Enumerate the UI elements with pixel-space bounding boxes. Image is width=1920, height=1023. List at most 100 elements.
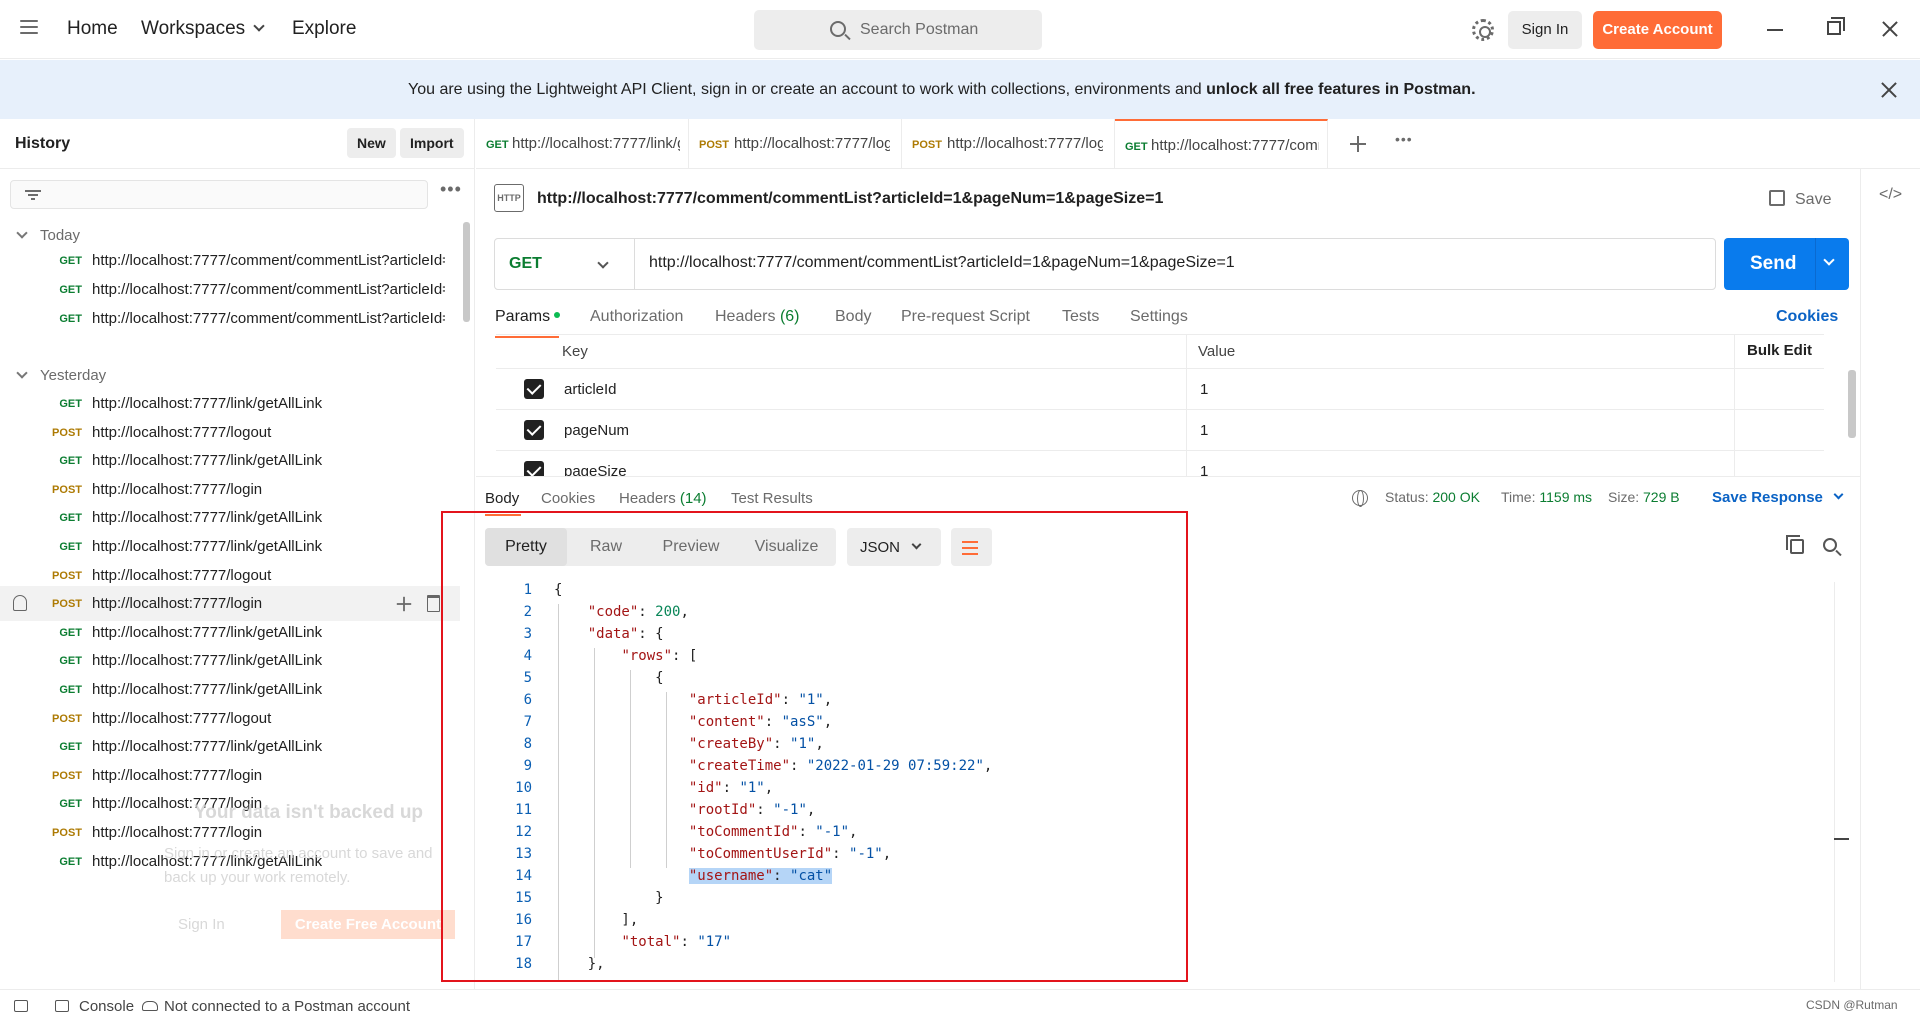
format-raw[interactable]: Raw	[567, 528, 645, 566]
response-tab-headers[interactable]: Headers (14)	[619, 490, 707, 507]
sign-in-button[interactable]: Sign In	[1508, 11, 1582, 49]
format-visualize[interactable]: Visualize	[737, 528, 836, 566]
send-button[interactable]: Send	[1724, 238, 1849, 290]
more-options-icon[interactable]: •••	[440, 179, 462, 200]
param-checkbox[interactable]	[524, 461, 544, 476]
key-header: Key	[562, 343, 588, 360]
history-method: GET	[59, 798, 82, 811]
history-item[interactable]: GET http://localhost:7777/comment/comment…	[0, 301, 460, 336]
nav-workspaces[interactable]: Workspaces	[141, 18, 265, 40]
tab-authorization[interactable]: Authorization	[590, 308, 683, 326]
tab-post-login[interactable]: POST http://localhost:7777/login	[902, 119, 1115, 169]
history-filter-input[interactable]	[10, 180, 428, 209]
toast-create: Create Free Account	[280, 910, 456, 939]
method-select[interactable]: GET	[495, 239, 635, 289]
param-key[interactable]: pageNum	[564, 422, 629, 439]
tab-get-link[interactable]: GET http://localhost:7777/link/getAllLin…	[476, 119, 689, 169]
nav-explore[interactable]: Explore	[292, 18, 356, 40]
tab-body[interactable]: Body	[835, 308, 871, 326]
tab-tests[interactable]: Tests	[1062, 308, 1099, 326]
toggle-sidebar-icon[interactable]	[14, 998, 38, 1015]
param-row: articleId 1	[496, 369, 1824, 410]
group-yesterday[interactable]: Yesterday	[16, 367, 106, 384]
params-scrollbar[interactable]	[1848, 370, 1856, 438]
save-button[interactable]: Save	[1769, 188, 1831, 209]
param-checkbox[interactable]	[524, 379, 544, 399]
history-url: http://localhost:7777/logout	[92, 566, 272, 584]
import-button[interactable]: Import	[400, 128, 464, 158]
tab-prerequest[interactable]: Pre-request Script	[901, 308, 1030, 326]
history-item[interactable]: GET http://localhost:7777/link/getAllLink	[0, 844, 460, 879]
console-button[interactable]: Console	[55, 998, 134, 1015]
bulk-edit-button[interactable]: Bulk Edit	[1747, 342, 1812, 359]
history-url: http://localhost:7777/link/getAllLink	[92, 395, 323, 412]
response-body-editor[interactable]: 1{ 2 "code": 200, 3 "data": { 4 "rows": …	[476, 582, 1836, 982]
search-icon[interactable]	[1823, 538, 1837, 552]
add-to-collection-icon[interactable]	[396, 596, 412, 612]
tab-headers[interactable]: Headers (6)	[715, 308, 800, 326]
restore-icon[interactable]	[1827, 17, 1845, 35]
watermark: CSDN @Rutman	[1806, 998, 1898, 1012]
history-method: GET	[59, 855, 82, 868]
sidebar-title: History	[15, 135, 71, 152]
format-pretty[interactable]: Pretty	[485, 528, 567, 566]
status-info[interactable]: Status: 200 OK	[1385, 489, 1480, 505]
connection-status[interactable]: Not connected to a Postman account	[142, 998, 410, 1015]
history-method: GET	[59, 284, 82, 296]
param-value[interactable]: 1	[1200, 422, 1208, 439]
chevron-down-icon	[597, 257, 609, 269]
status-bar: Console Not connected to a Postman accou…	[0, 989, 1920, 1023]
tab-options-icon[interactable]: •••	[1395, 131, 1413, 147]
sidebar-scrollbar[interactable]	[463, 222, 470, 322]
request-tabs: GET http://localhost:7777/link/getAllLin…	[476, 119, 1920, 169]
response-tab-cookies[interactable]: Cookies	[541, 490, 595, 507]
param-value[interactable]: 1	[1200, 381, 1208, 398]
history-url: http://localhost:7777/login	[92, 595, 263, 613]
selected-text[interactable]: "username": "cat"	[688, 868, 833, 884]
trash-icon[interactable]	[427, 595, 440, 613]
new-tab-icon[interactable]	[1350, 136, 1366, 152]
tab-post-logout[interactable]: POST http://localhost:7777/logout	[689, 119, 902, 169]
chevron-down-icon[interactable]	[1823, 254, 1835, 266]
menu-icon[interactable]	[20, 20, 38, 36]
history-method: POST	[52, 483, 82, 496]
close-banner-icon[interactable]	[1881, 82, 1897, 98]
history-url: http://localhost:7777/login	[92, 795, 263, 813]
create-account-button[interactable]: Create Account	[1593, 11, 1722, 49]
url-input[interactable]: http://localhost:7777/comment/commentLis…	[649, 254, 1235, 272]
code-snippet-icon[interactable]: </>	[1879, 186, 1902, 204]
param-key[interactable]: pageSize	[564, 463, 627, 476]
history-url: http://localhost:7777/link/getAllLink	[92, 623, 323, 641]
time-info[interactable]: Time: 1159 ms	[1501, 489, 1592, 505]
value-header: Value	[1198, 343, 1236, 360]
close-window-icon[interactable]	[1882, 21, 1898, 37]
group-today[interactable]: Today	[16, 227, 80, 244]
tab-settings[interactable]: Settings	[1130, 308, 1188, 326]
editor-scroll-marker[interactable]	[1834, 838, 1849, 840]
size-info[interactable]: Size: 729 B	[1608, 489, 1680, 505]
history-method: GET	[59, 512, 82, 525]
cookies-link[interactable]: Cookies	[1776, 308, 1838, 326]
user-icon	[13, 595, 27, 612]
minimize-icon[interactable]	[1767, 29, 1783, 31]
wrap-lines-icon[interactable]	[951, 528, 992, 566]
new-button[interactable]: New	[347, 128, 396, 158]
request-title[interactable]: http://localhost:7777/comment/commentLis…	[537, 190, 1163, 208]
tab-params[interactable]: Params	[495, 308, 561, 326]
globe-icon[interactable]	[1352, 490, 1368, 507]
param-checkbox[interactable]	[524, 420, 544, 440]
response-tab-tests[interactable]: Test Results	[731, 490, 813, 507]
response-tab-body[interactable]: Body	[485, 490, 519, 507]
format-preview[interactable]: Preview	[645, 528, 737, 566]
param-key[interactable]: articleId	[564, 381, 617, 398]
tab-get-comment[interactable]: GET http://localhost:7777/comment/commen…	[1115, 119, 1328, 169]
param-row: pageSize 1	[496, 451, 1824, 476]
param-value[interactable]: 1	[1200, 463, 1208, 476]
cloud-off-icon	[142, 1001, 158, 1011]
search-input[interactable]: Search Postman	[754, 10, 1042, 50]
gear-icon[interactable]	[1472, 19, 1494, 41]
language-select[interactable]: JSON	[847, 528, 941, 566]
save-response-button[interactable]: Save Response	[1712, 489, 1844, 506]
copy-icon[interactable]	[1786, 535, 1804, 554]
nav-home[interactable]: Home	[67, 18, 118, 40]
